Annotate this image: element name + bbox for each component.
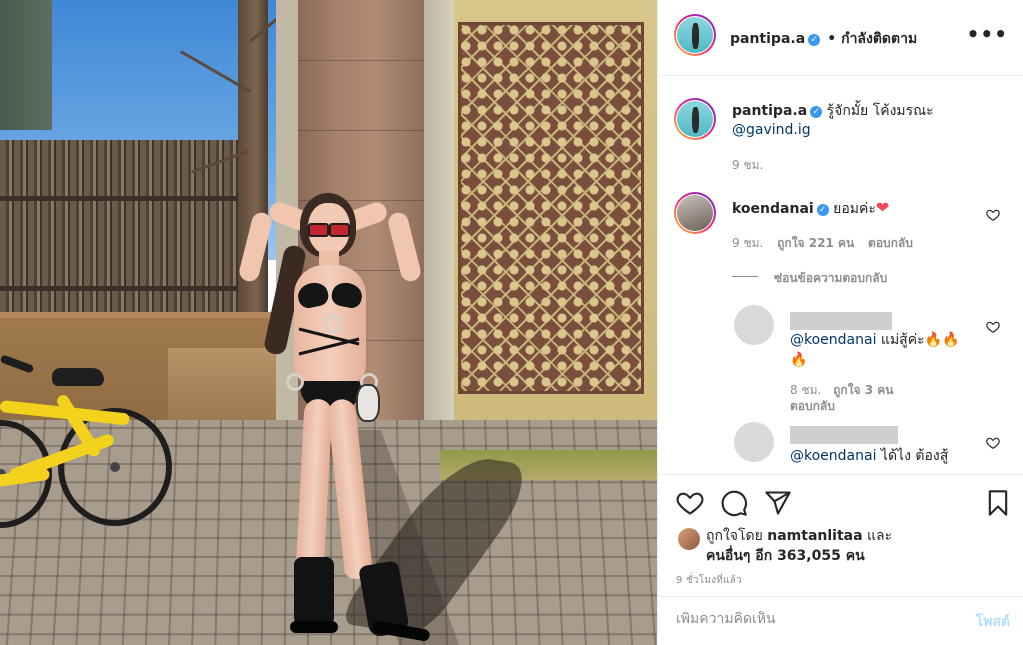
person-figure xyxy=(248,185,408,635)
like-heart-icon[interactable] xyxy=(676,489,704,517)
caption-mention-link[interactable]: @gavind.ig xyxy=(732,122,811,138)
post-side-panel: pantipa.a ✓ • กำลังติดตาม ••• pantipa.a ✓ … xyxy=(657,0,1023,645)
like-comment-heart-icon[interactable] xyxy=(986,208,1000,222)
sunglasses xyxy=(308,223,350,235)
caption-author-avatar[interactable] xyxy=(674,98,716,140)
post-timestamp[interactable]: 9 ชั่วโมงที่แล้ว xyxy=(676,573,742,588)
comment-text: ยอมค่ะ xyxy=(833,201,876,217)
share-paper-plane-icon[interactable] xyxy=(764,489,792,517)
more-horizontal-icon[interactable]: ••• xyxy=(967,24,1008,44)
save-bookmark-icon[interactable] xyxy=(984,489,1012,517)
bicycle-saddle xyxy=(52,368,104,386)
verified-badge-icon: ✓ xyxy=(817,204,829,216)
reply-text: แม่สู้ค่ะ xyxy=(881,332,925,348)
reply-avatar-redacted[interactable] xyxy=(734,422,774,462)
comment-bubble-icon[interactable] xyxy=(720,489,748,517)
post-photo[interactable] xyxy=(0,0,657,645)
commenter-avatar[interactable] xyxy=(674,192,716,234)
boot-left xyxy=(294,557,334,629)
post-header: pantipa.a ✓ • กำลังติดตาม ••• xyxy=(658,0,1023,76)
comments-list: pantipa.a ✓ รู้จักมั้ย โค้งมรณะ @gavind.i… xyxy=(658,76,1023,474)
reply-text: ได้ไง ต้องสู้ xyxy=(881,448,948,464)
reply-text-1: @koendanai แม่สู้ค่ะ🔥🔥 🔥 xyxy=(790,330,970,370)
background-building xyxy=(0,0,52,130)
verified-badge-icon: ✓ xyxy=(810,106,822,118)
like-reply-heart-icon[interactable] xyxy=(986,436,1000,450)
follow-status[interactable]: • กำลังติดตาม xyxy=(827,31,917,47)
fence-rail xyxy=(0,196,245,201)
red-heart-emoji: ❤ xyxy=(876,198,889,217)
author-username[interactable]: pantipa.a xyxy=(730,31,805,47)
bikini-ring xyxy=(286,373,304,391)
reply-time: 8 ชม. xyxy=(790,383,821,397)
verified-badge-icon: ✓ xyxy=(808,34,820,46)
caption: pantipa.a ✓ รู้จักมั้ย โค้งมรณะ @gavind.i… xyxy=(732,102,1002,140)
header-author-row: pantipa.a ✓ • กำลังติดตาม xyxy=(730,28,917,50)
reply-mention-link[interactable]: @koendanai xyxy=(790,448,876,464)
helmet-bag xyxy=(356,384,380,422)
likes-prefix: ถูกใจโดย xyxy=(706,528,763,544)
likes-others-count[interactable]: คนอื่นๆ อีก 363,055 คน xyxy=(706,548,865,564)
reply-likes[interactable]: ถูกใจ 3 คน xyxy=(833,383,893,397)
hide-replies-line xyxy=(732,276,758,277)
fence-rail xyxy=(0,286,245,291)
reply-username-redacted xyxy=(790,426,898,444)
caption-text: รู้จักมั้ย โค้งมรณะ xyxy=(827,103,934,119)
add-comment-bar: โพสต์ xyxy=(658,596,1023,645)
reply-reply-button[interactable]: ตอบกลับ xyxy=(790,399,835,413)
liker-username[interactable]: namtanlitaa xyxy=(767,528,862,544)
instagram-post-modal: pantipa.a ✓ • กำลังติดตาม ••• pantipa.a ✓ … xyxy=(0,0,1023,645)
reply-mention-link[interactable]: @koendanai xyxy=(790,332,876,348)
wooden-fence xyxy=(0,140,245,335)
concrete-column xyxy=(424,0,456,440)
post-comment-button[interactable]: โพสต์ xyxy=(976,611,1010,633)
comment-author-username[interactable]: koendanai xyxy=(732,201,814,217)
author-avatar[interactable] xyxy=(674,14,716,56)
decorative-lattice-panel xyxy=(458,22,644,394)
comment-reply-button[interactable]: ตอบกลับ xyxy=(868,236,913,250)
likes-and: และ xyxy=(867,528,892,544)
fire-emoji: 🔥 xyxy=(790,352,807,368)
reply-username-redacted xyxy=(790,312,892,330)
reply-text-2: @koendanai ได้ไง ต้องสู้ xyxy=(790,446,980,466)
comment-time: 9 ชม. xyxy=(732,236,763,250)
pillar-tile-line xyxy=(298,130,426,131)
like-reply-heart-icon[interactable] xyxy=(986,320,1000,334)
caption-time: 9 ชม. xyxy=(732,156,763,175)
leg-right xyxy=(327,398,374,580)
post-action-bar xyxy=(658,474,1023,526)
pillar-tile-line xyxy=(298,60,426,61)
likes-text: ถูกใจโดย namtanlitaa และ คนอื่นๆ อีก 363… xyxy=(706,526,892,566)
caption-author-username[interactable]: pantipa.a xyxy=(732,103,807,119)
fire-emoji: 🔥🔥 xyxy=(925,332,960,348)
bikini-ring xyxy=(324,315,342,333)
reply-meta: 8 ชม. ถูกใจ 3 คน ตอบกลับ xyxy=(790,382,930,414)
leg-left xyxy=(295,398,332,579)
add-comment-input[interactable] xyxy=(676,611,946,627)
hide-replies-button[interactable]: ซ่อนข้อความตอบกลับ xyxy=(774,269,887,288)
likes-summary: ถูกใจโดย namtanlitaa และ คนอื่นๆ อีก 363… xyxy=(658,522,1023,572)
reply-avatar-redacted[interactable] xyxy=(734,305,774,345)
comment-koendanai: koendanai ✓ ยอมค่ะ❤ xyxy=(732,198,972,219)
liker-avatar[interactable] xyxy=(678,528,700,550)
boot-sole xyxy=(290,621,338,633)
comment-likes[interactable]: ถูกใจ 221 คน xyxy=(777,236,854,250)
comment-meta: 9 ชม. ถูกใจ 221 คน ตอบกลับ xyxy=(732,234,913,253)
